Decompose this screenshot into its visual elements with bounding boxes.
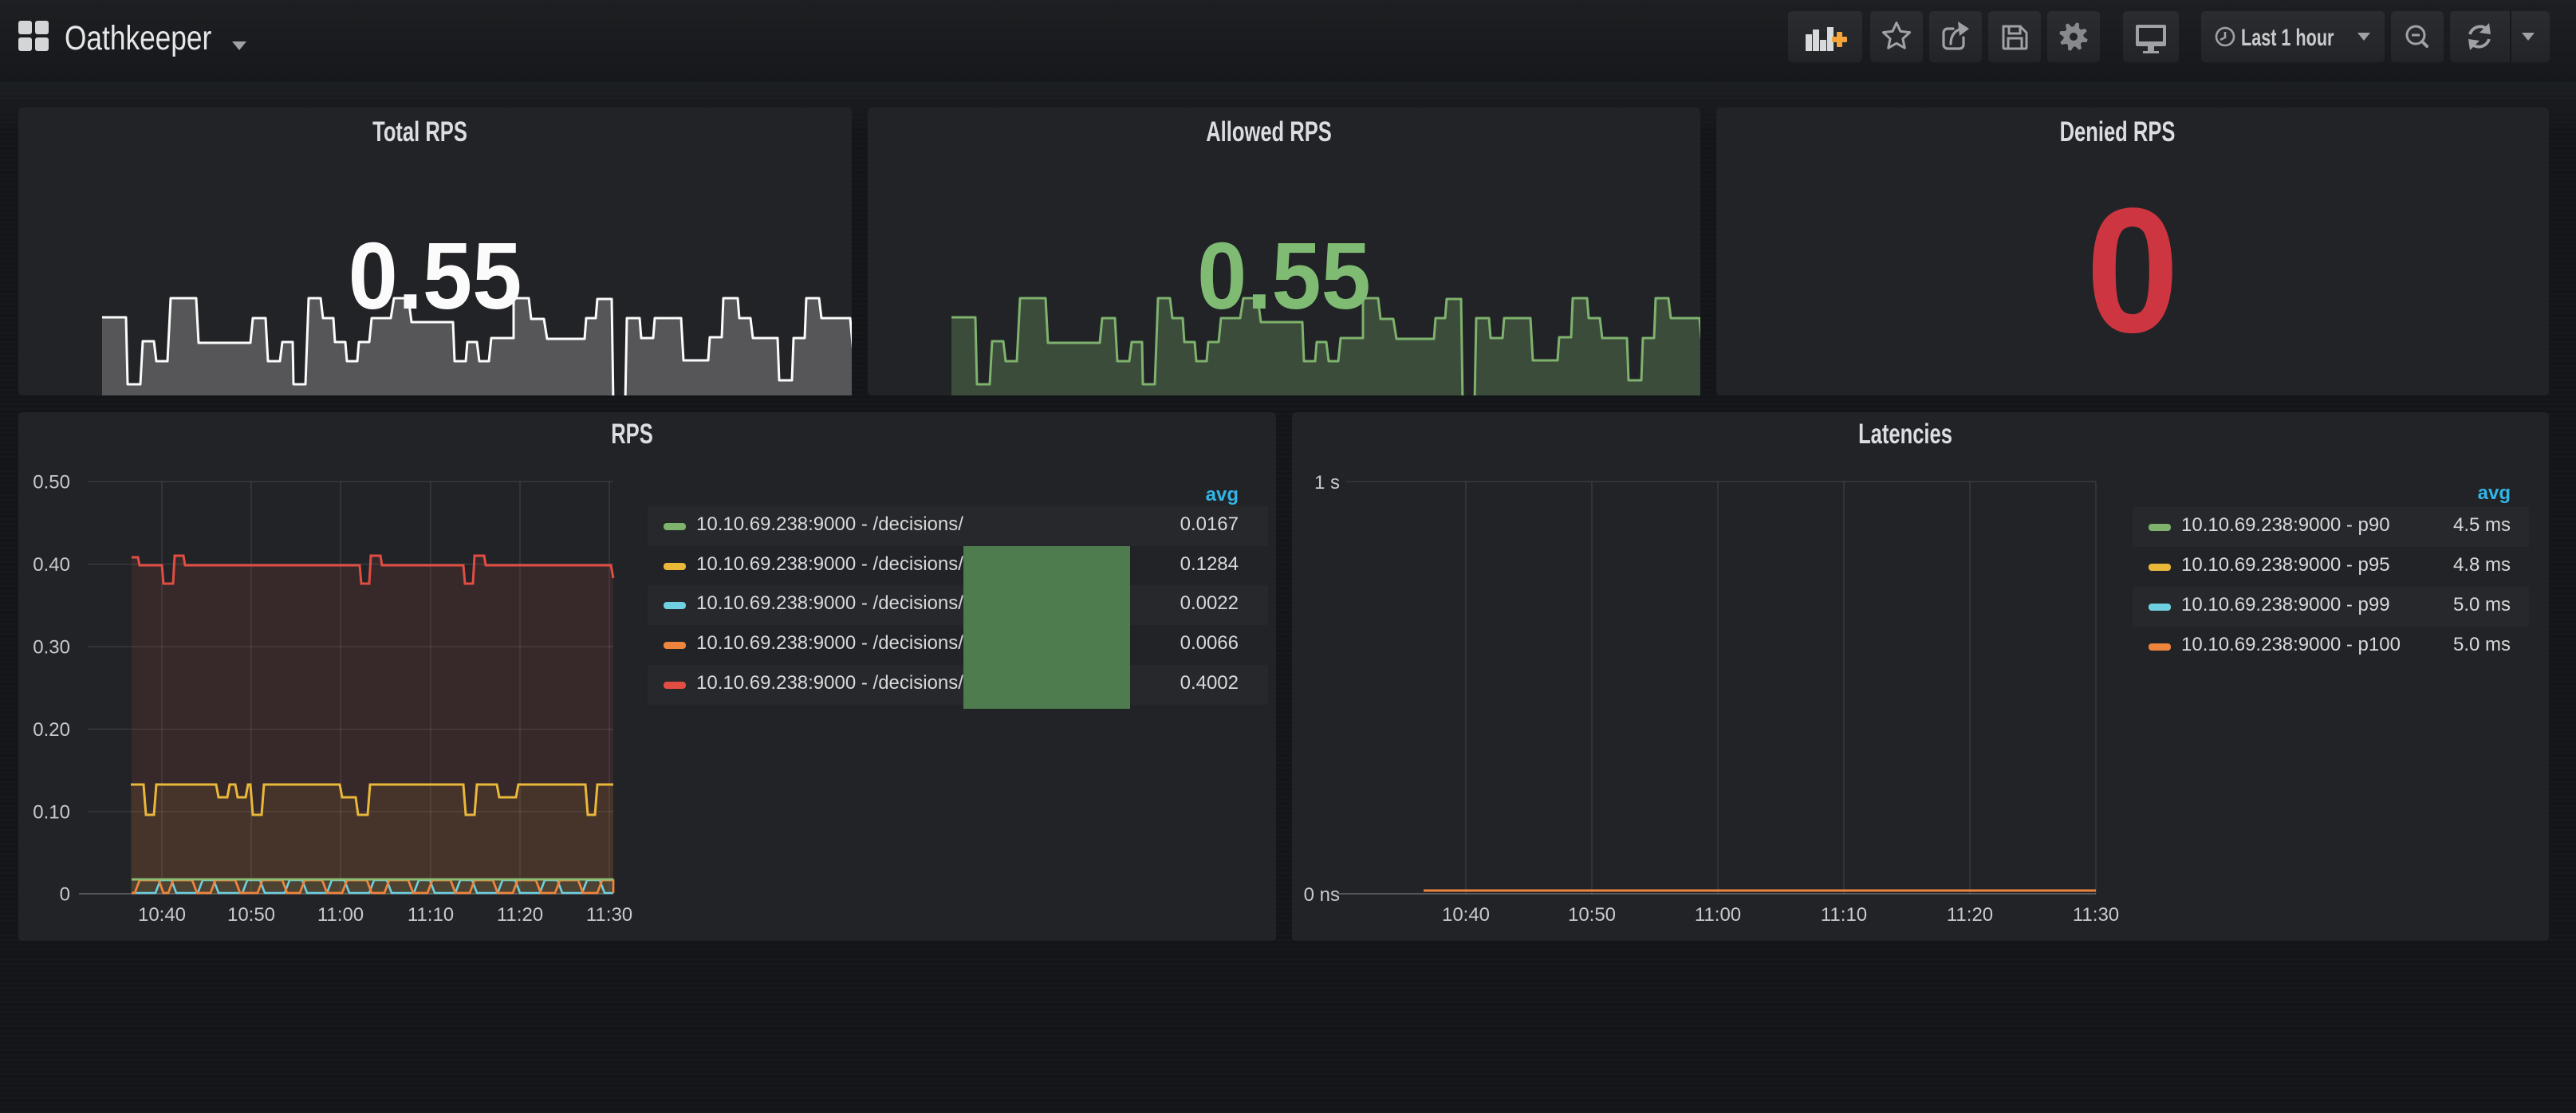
svg-text:0: 0 xyxy=(60,884,70,906)
svg-text:0.10: 0.10 xyxy=(33,802,70,824)
svg-text:11:30: 11:30 xyxy=(586,904,632,926)
svg-text:0.20: 0.20 xyxy=(33,719,70,741)
svg-text:10:50: 10:50 xyxy=(227,904,275,926)
svg-text:0 ns: 0 ns xyxy=(1304,884,1340,906)
svg-text:11:20: 11:20 xyxy=(1947,904,1993,926)
svg-text:11:20: 11:20 xyxy=(497,904,543,926)
svg-text:0.30: 0.30 xyxy=(33,637,70,659)
svg-text:10:40: 10:40 xyxy=(138,904,186,926)
svg-text:0.50: 0.50 xyxy=(33,472,70,494)
svg-text:11:10: 11:10 xyxy=(1821,904,1867,926)
svg-text:11:00: 11:00 xyxy=(1695,904,1741,926)
svg-text:10:40: 10:40 xyxy=(1442,904,1490,926)
svg-text:11:30: 11:30 xyxy=(2073,904,2119,926)
svg-text:11:10: 11:10 xyxy=(408,904,454,926)
svg-text:11:00: 11:00 xyxy=(317,904,364,926)
svg-text:1 s: 1 s xyxy=(1314,472,1340,494)
svg-text:0.40: 0.40 xyxy=(33,554,70,576)
svg-text:10:50: 10:50 xyxy=(1568,904,1616,926)
